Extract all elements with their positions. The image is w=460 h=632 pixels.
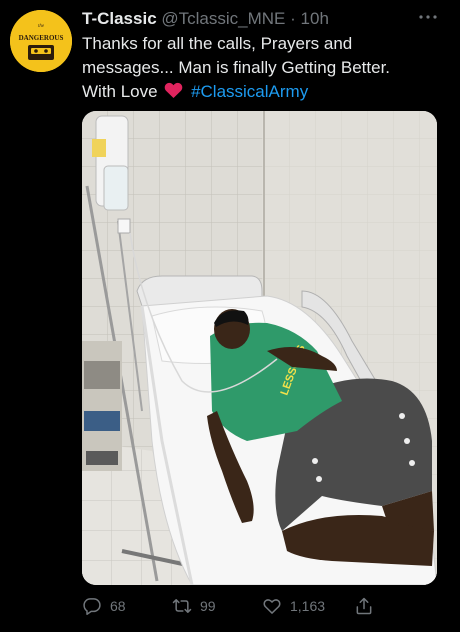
avatar[interactable]: the DANGEROUS [10, 10, 72, 72]
avatar-image: the DANGEROUS [10, 10, 72, 72]
red-heart-emoji-icon [164, 82, 183, 99]
tweet-text-line: messages... Man is finally Getting Bette… [82, 58, 391, 77]
user-handle[interactable]: @Tclassic_MNE [161, 9, 285, 28]
reply-button[interactable]: 68 [82, 592, 126, 620]
timestamp[interactable]: 10h [301, 9, 329, 28]
retweet-button[interactable]: 99 [172, 592, 216, 620]
more-icon[interactable] [416, 9, 440, 25]
reply-icon [83, 598, 101, 615]
reply-count: 68 [110, 598, 126, 614]
share-icon [356, 597, 372, 615]
svg-text:the: the [38, 24, 45, 29]
display-name[interactable]: T-Classic [82, 9, 157, 28]
tweet[interactable]: the DANGEROUS T-Classic @Tclassic_MNE · … [0, 0, 460, 632]
tweet-text-line: Thanks for all the calls, Prayers and [82, 34, 353, 53]
hashtag-link[interactable]: #ClassicalArmy [191, 82, 308, 101]
tweet-text-line: With Love #ClassicalArmy [82, 80, 442, 104]
separator: · [290, 9, 296, 28]
hospital-photo-image: LESSONS [82, 111, 437, 585]
share-button[interactable] [354, 592, 382, 620]
retweet-icon [172, 599, 192, 613]
like-count: 1,163 [290, 598, 326, 614]
avatar-text: DANGEROUS [19, 34, 64, 42]
tweet-header: T-Classic @Tclassic_MNE · 10h [82, 8, 412, 30]
retweet-count: 99 [200, 598, 216, 614]
like-button[interactable]: 1,163 [262, 592, 325, 620]
heart-icon [263, 599, 281, 614]
tweet-text: Thanks for all the calls, Prayers and me… [82, 32, 442, 104]
tweet-photo[interactable]: LESSONS [82, 111, 437, 585]
tweet-text-line-3: With Love [82, 82, 158, 101]
tweet-actions: 68 99 1,163 [82, 592, 442, 620]
